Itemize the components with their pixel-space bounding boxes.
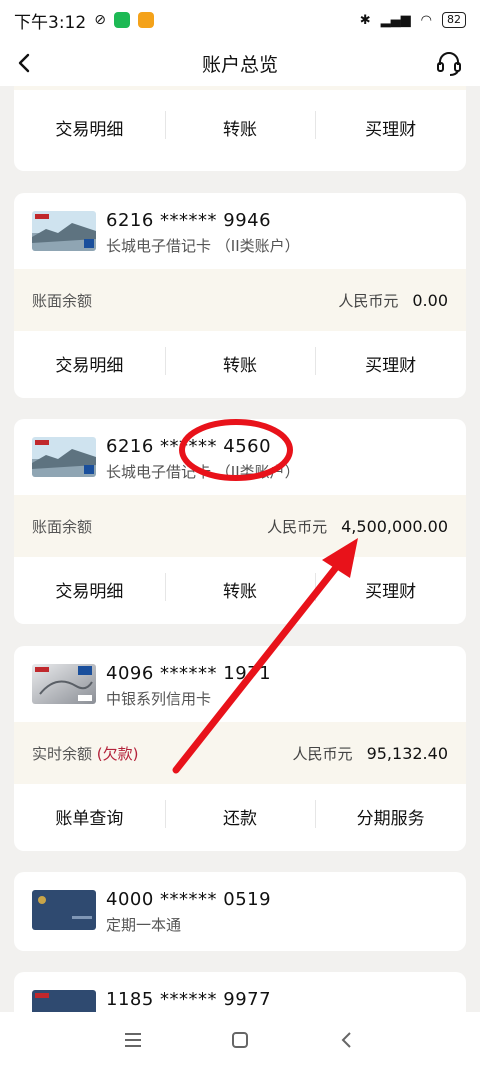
card-number: 1185 ****** 9977 [106,989,272,1010]
card-header: 1185 ****** 9977 [14,972,466,1012]
card-header: 6216 ****** 4560 长城电子借记卡 （II类账户） [14,419,466,495]
transaction-detail-button[interactable]: 交易明细 [14,115,165,140]
bluetooth-icon: ✱ [359,12,371,28]
card-number: 4096 ****** 1971 [106,663,272,684]
status-bar: 下午3:12 ⊘ ✱ ▂▄▆ ◠ 82 [0,0,480,40]
card-actions: 交易明细 转账 买理财 [14,90,466,164]
menu-icon[interactable] [121,1028,145,1052]
battery-indicator: 82 [442,12,466,28]
transaction-detail-button[interactable]: 交易明细 [14,351,165,376]
signal-icon: ▂▄▆ [380,12,411,28]
currency-label: 人民币元 [292,744,353,763]
balance-row: 账面余额 人民币元 4,500,000.00 [14,495,466,557]
account-card[interactable]: 6216 ****** 9946 长城电子借记卡 （II类账户） 账面余额 人民… [14,193,466,398]
card-type: 长城电子借记卡 （II类账户） [106,237,300,255]
transfer-button[interactable]: 转账 [164,346,316,376]
card-header: 6216 ****** 9946 长城电子借记卡 （II类账户） [14,193,466,269]
mute-icon: ⊘ [94,12,106,28]
card-actions: 账单查询 还款 分期服务 [14,784,466,848]
card-type: 定期一本通 [106,916,182,934]
debt-label: (欠款) [96,744,139,763]
credit-card-image [32,664,96,704]
home-icon[interactable] [228,1028,252,1052]
card-number: 6216 ****** 4560 [106,436,272,457]
chevron-left-icon [18,53,30,73]
currency-label: 人民币元 [267,517,328,536]
balance-row: 账面余额 人民币元 0.00 [14,269,466,331]
greatwall-card-image [32,437,96,477]
account-list[interactable]: 交易明细 转账 买理财 6216 ****** 9946 长城电子借记卡 （II… [0,86,480,1012]
account-card: 交易明细 转账 买理财 [14,86,466,171]
card-actions: 交易明细 转账 买理财 [14,557,466,621]
transfer-button[interactable]: 转账 [164,572,316,602]
account-card[interactable]: 1185 ****** 9977 [14,972,466,1012]
card-number: 4000 ****** 0519 [106,889,272,910]
transfer-button[interactable]: 转账 [164,110,316,140]
balance-amount: 4,500,000.00 [341,516,448,536]
system-nav-bar [0,1012,480,1067]
card-number: 6216 ****** 9946 [106,210,272,231]
passbook-card-image [32,890,96,930]
bill-inquiry-button[interactable]: 账单查询 [14,804,165,829]
card-type: 长城电子借记卡 （II类账户） [106,463,300,481]
account-card[interactable]: 4000 ****** 0519 定期一本通 [14,872,466,951]
transaction-detail-button[interactable]: 交易明细 [14,577,165,602]
wechat-icon [113,12,130,28]
notes-icon [137,12,154,28]
buy-wealth-button[interactable]: 买理财 [315,346,466,376]
card-header: 4096 ****** 1971 中银系列信用卡 [14,646,466,722]
app-header: 账户总览 [0,40,480,86]
status-time: 下午3:12 [14,12,87,33]
balance-label: 实时余额 [32,744,93,763]
card-actions: 交易明细 转账 买理财 [14,331,466,395]
balance-label: 账面余额 [32,517,93,536]
greatwall-card-image [32,211,96,251]
account-card[interactable]: 4096 ****** 1971 中银系列信用卡 实时余额 (欠款) 人民币元 … [14,646,466,851]
buy-wealth-button[interactable]: 买理财 [315,572,466,602]
balance-label: 账面余额 [32,291,93,310]
installment-button[interactable]: 分期服务 [315,799,466,829]
card-type: 中银系列信用卡 [106,690,212,708]
balance-amount: 95,132.40 [366,743,448,763]
balance-row: 实时余额 (欠款) 人民币元 95,132.40 [14,722,466,784]
balance-amount: 0.00 [412,290,448,310]
balance-label-group: 实时余额 (欠款) [32,743,139,764]
passbook-card-image [32,990,96,1012]
wifi-icon: ◠ [420,12,432,28]
buy-wealth-button[interactable]: 买理财 [315,110,466,140]
back-icon[interactable] [335,1028,359,1052]
back-button[interactable] [10,48,40,78]
headset-icon [437,52,461,76]
currency-label: 人民币元 [338,291,399,310]
repay-button[interactable]: 还款 [164,799,316,829]
page-title: 账户总览 [201,53,278,76]
card-header: 4000 ****** 0519 定期一本通 [14,872,466,948]
account-card[interactable]: 6216 ****** 4560 长城电子借记卡 （II类账户） 账面余额 人民… [14,419,466,624]
customer-service-button[interactable] [434,48,464,78]
